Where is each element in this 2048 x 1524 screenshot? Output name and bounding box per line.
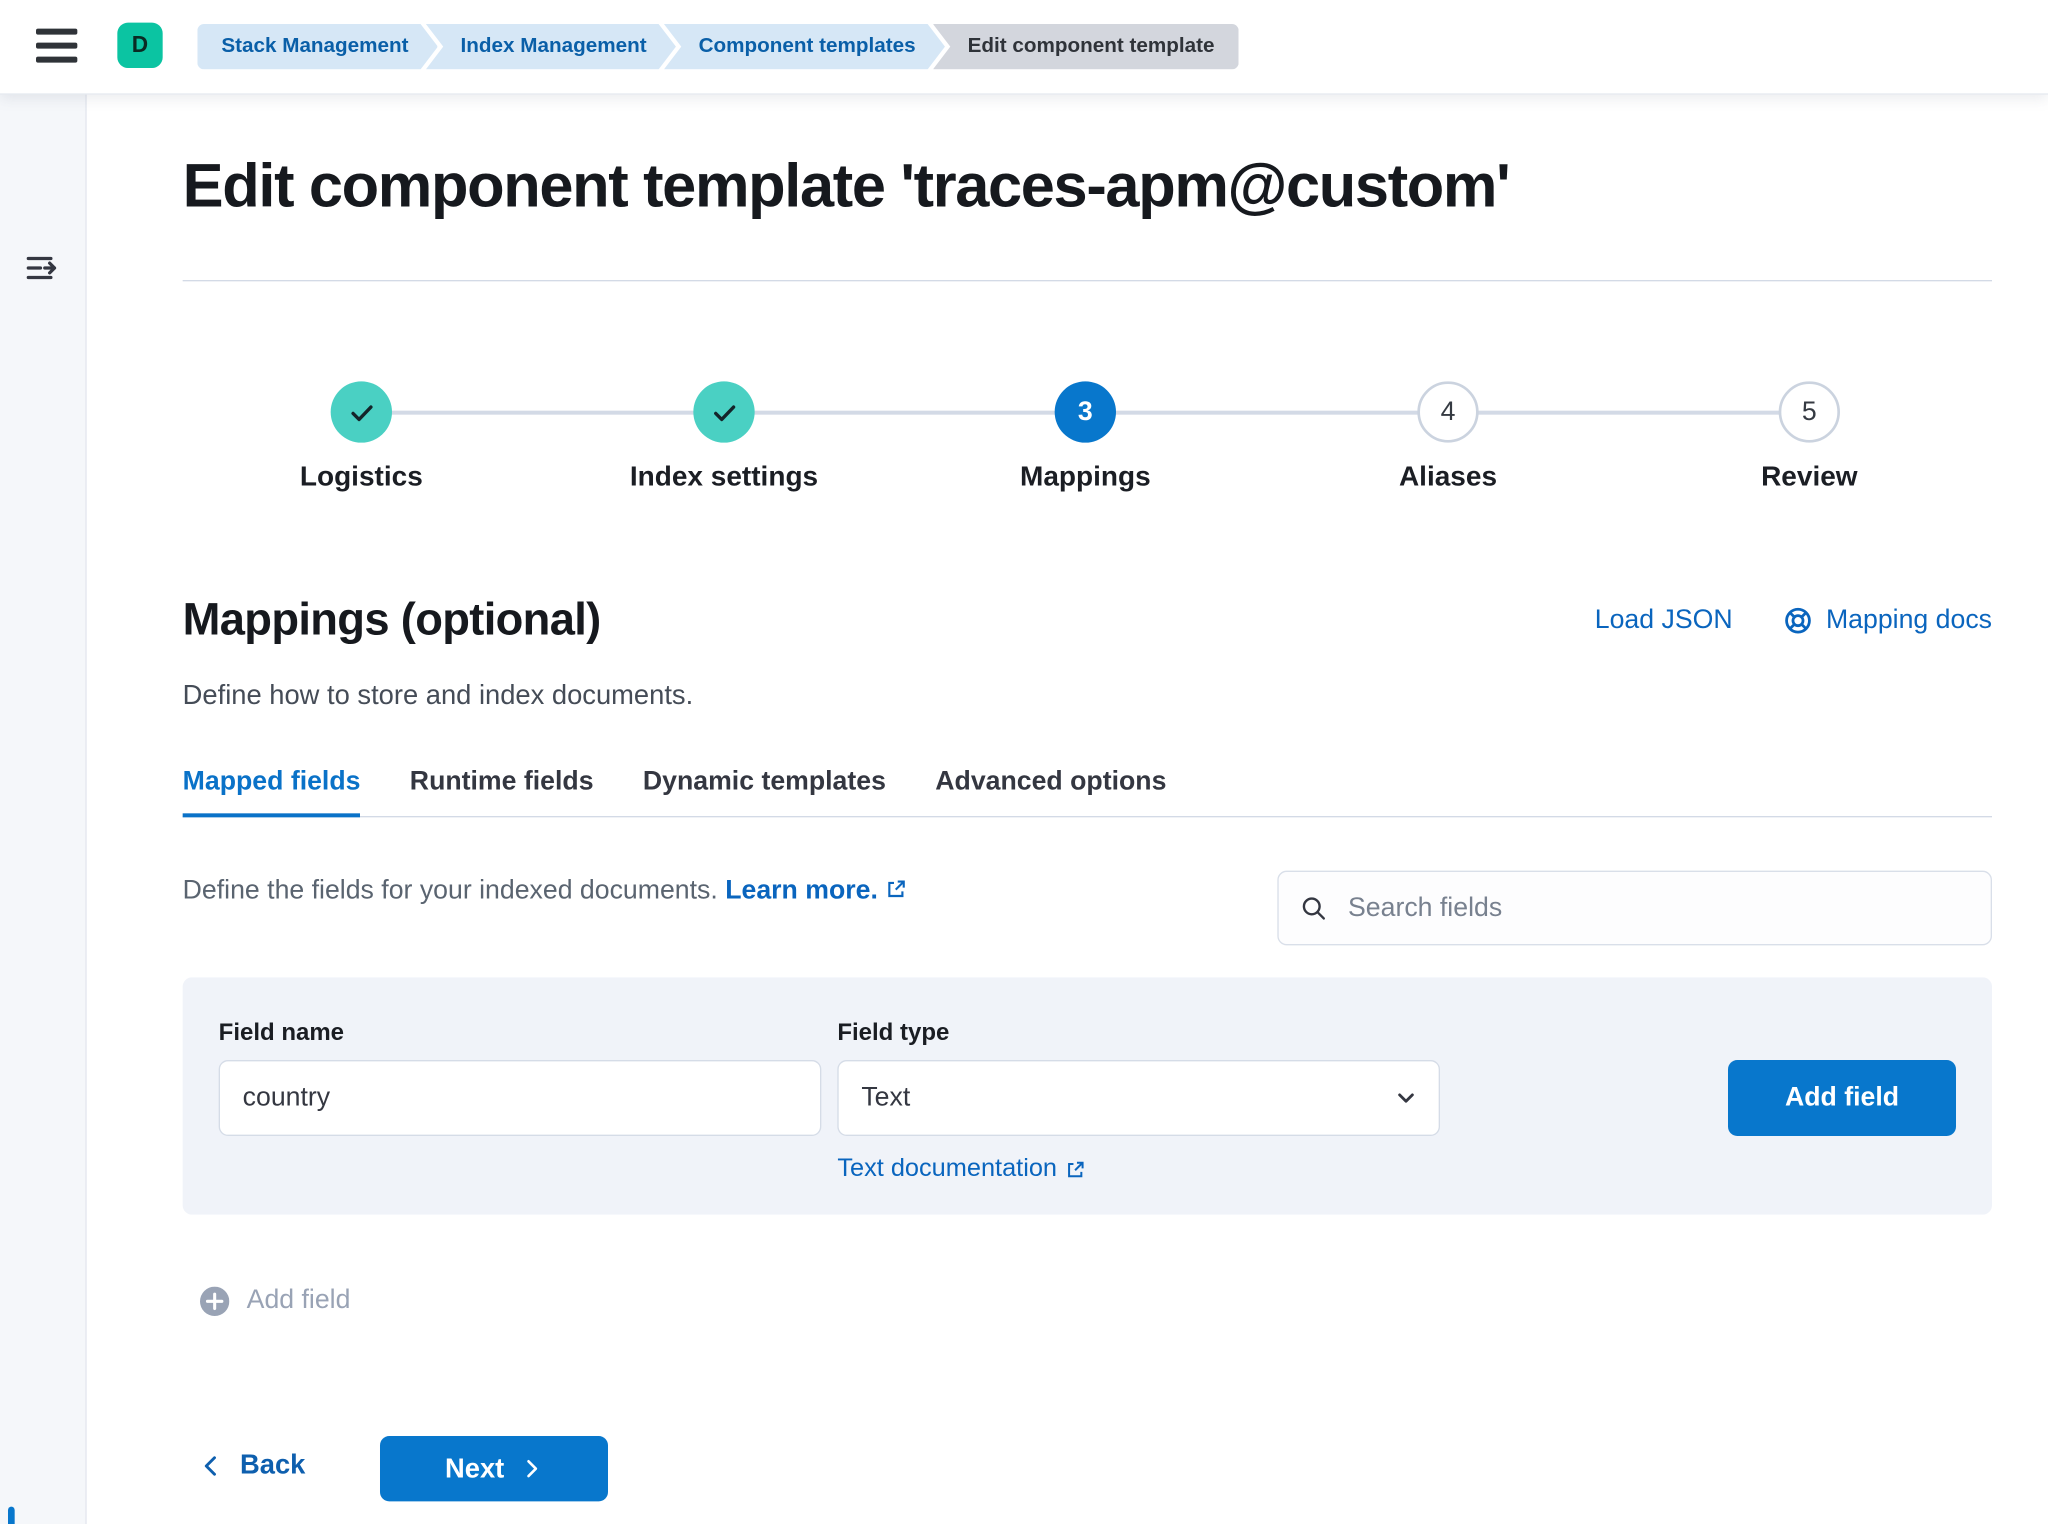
field-type-doc-label: Text documentation	[837, 1155, 1057, 1184]
breadcrumb-index-management[interactable]: Index Management	[426, 24, 676, 69]
step-label-mappings: Mappings	[939, 461, 1232, 493]
chevron-right-icon	[520, 1457, 543, 1480]
step-index-settings: Index settings	[577, 381, 870, 493]
learn-more-link[interactable]: Learn more.	[725, 876, 907, 905]
mappings-header-links: Load JSON Mapping docs	[1595, 605, 1992, 636]
tab-mapped-fields[interactable]: Mapped fields	[183, 765, 361, 816]
step-logistics: Logistics	[215, 381, 508, 493]
step-circle-index-settings[interactable]	[693, 381, 754, 442]
menu-right-icon	[24, 251, 59, 286]
plus-circle-icon	[200, 1286, 229, 1315]
breadcrumb-current-page: Edit component template	[933, 24, 1239, 69]
field-name-input-wrap	[219, 1060, 822, 1136]
next-label: Next	[445, 1453, 504, 1485]
check-icon	[346, 397, 377, 428]
step-number: 4	[1441, 397, 1456, 428]
mappings-subheading: Define how to store and index documents.	[183, 680, 694, 712]
next-button[interactable]: Next	[380, 1436, 608, 1501]
fields-description-text: Define the fields for your indexed docum…	[183, 876, 718, 905]
mappings-tabs: Mapped fields Runtime fields Dynamic tem…	[183, 765, 1992, 817]
learn-more-label: Learn more.	[725, 876, 878, 905]
step-circle-review[interactable]: 5	[1779, 381, 1840, 442]
field-type-doc-link[interactable]: Text documentation	[837, 1155, 1085, 1184]
mappings-heading: Mappings (optional)	[183, 595, 601, 647]
external-link-icon	[1065, 1159, 1085, 1179]
field-type-select[interactable]: Text	[837, 1060, 1440, 1136]
external-link-icon	[886, 879, 907, 900]
add-field-row-label: Add field	[247, 1285, 351, 1316]
step-label-aliases: Aliases	[1301, 461, 1594, 493]
search-fields-input[interactable]	[1345, 891, 1969, 924]
back-button[interactable]: Back	[199, 1449, 306, 1481]
field-type-value: Text	[861, 1083, 910, 1114]
lifering-docs-icon	[1783, 605, 1814, 636]
check-icon	[709, 397, 740, 428]
chevron-down-icon	[1395, 1087, 1418, 1110]
step-label-review: Review	[1663, 461, 1956, 493]
back-label: Back	[240, 1449, 305, 1481]
step-review: 5 Review	[1663, 381, 1956, 493]
top-header: D Stack Management Index Management Comp…	[0, 0, 2048, 93]
step-number: 5	[1802, 397, 1817, 428]
collapsed-sidebar	[0, 93, 87, 1524]
page-title: Edit component template 'traces-apm@cust…	[183, 149, 1510, 221]
step-label-logistics: Logistics	[215, 461, 508, 493]
step-mappings: 3 Mappings	[939, 381, 1232, 493]
deployment-badge[interactable]: D	[117, 23, 162, 68]
tab-runtime-fields[interactable]: Runtime fields	[410, 765, 594, 816]
step-circle-logistics[interactable]	[331, 381, 392, 442]
field-name-label: Field name	[219, 1019, 344, 1047]
step-number: 3	[1078, 397, 1093, 428]
deployment-badge-letter: D	[132, 32, 148, 59]
breadcrumb: Stack Management Index Management Compon…	[197, 24, 1238, 69]
search-icon	[1300, 894, 1328, 922]
load-json-label: Load JSON	[1595, 605, 1733, 636]
add-field-panel: Field name Field type Text Text document…	[183, 977, 1992, 1214]
step-aliases: 4 Aliases	[1301, 381, 1594, 493]
add-field-row-button[interactable]: Add field	[200, 1285, 350, 1316]
menu-button[interactable]	[35, 28, 80, 65]
field-name-input[interactable]	[220, 1061, 820, 1134]
chevron-left-icon	[199, 1453, 224, 1478]
breadcrumb-component-templates[interactable]: Component templates	[664, 24, 945, 69]
add-field-button[interactable]: Add field	[1728, 1060, 1956, 1136]
tab-advanced-options[interactable]: Advanced options	[935, 765, 1166, 816]
breadcrumb-stack-management[interactable]: Stack Management	[197, 24, 438, 69]
search-fields-box	[1277, 871, 1992, 946]
step-progress: Logistics Index settings 3 Mappings 4 Al…	[0, 381, 2048, 528]
hamburger-icon	[36, 28, 79, 64]
scrollbar-thumb[interactable]	[8, 1507, 15, 1524]
step-circle-mappings[interactable]: 3	[1055, 381, 1116, 442]
divider	[183, 280, 1992, 281]
tab-dynamic-templates[interactable]: Dynamic templates	[643, 765, 886, 816]
load-json-link[interactable]: Load JSON	[1595, 605, 1733, 636]
expand-sidebar-button[interactable]	[21, 248, 61, 288]
step-label-index-settings: Index settings	[577, 461, 870, 493]
field-type-label: Field type	[837, 1019, 949, 1047]
step-circle-aliases[interactable]: 4	[1417, 381, 1478, 442]
fields-description: Define the fields for your indexed docum…	[183, 876, 908, 907]
mapping-docs-label: Mapping docs	[1826, 605, 1992, 636]
mapping-docs-link[interactable]: Mapping docs	[1783, 605, 1992, 636]
app-root: D Stack Management Index Management Comp…	[0, 0, 2048, 1524]
